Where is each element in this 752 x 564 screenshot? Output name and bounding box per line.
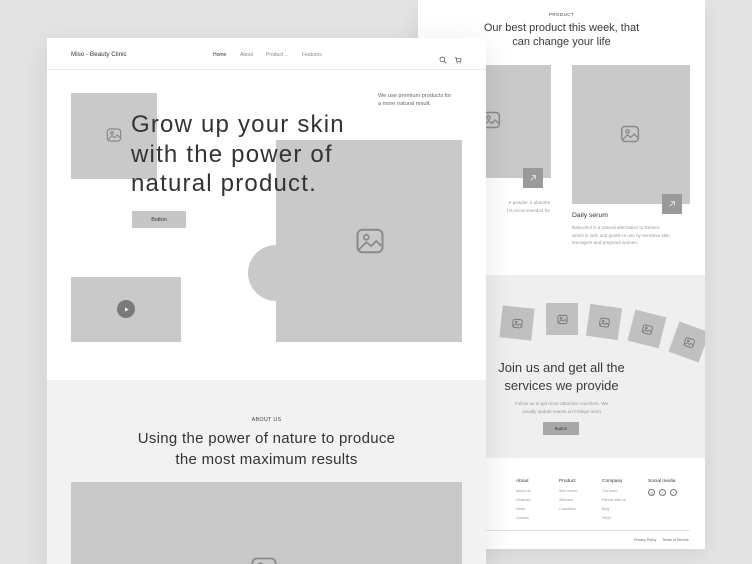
footer-link[interactable]: Our team [602,489,617,493]
footer-link[interactable]: Skincare [559,498,573,502]
image-icon [641,323,653,335]
nav-product[interactable]: Product ⌄ [266,52,288,58]
desc-line: Follow us to get more attractive voucher… [514,401,609,406]
title-line: the most maximum results [175,451,358,468]
title-line: Grow up your skin [131,111,345,138]
desc-line: usually update events on Fridays morn [522,408,601,414]
hero-title: Grow up your skin with the power of natu… [131,110,345,199]
open-product-2-button[interactable] [662,194,682,214]
image-icon [619,123,641,145]
header-divider [47,69,486,70]
footer-link[interactable]: Skin serum [559,489,577,493]
footer-link[interactable]: About Us [516,489,531,493]
hero-video-thumbnail[interactable] [71,277,181,342]
image-icon [354,225,386,257]
footer-social-title: Social media [648,479,676,484]
note-line: a more natural result. [378,100,431,107]
product-desc-2: Bakuchiol is a natural alternative to Re… [572,224,697,247]
image-icon [683,336,695,348]
open-product-1-button[interactable] [523,168,543,188]
title-line: Using the power of nature to produce [137,430,396,447]
brand-logo-text[interactable]: Miso - Beauty Clinic [71,51,127,58]
about-title: Using the power of nature to produce the… [47,428,486,470]
image-icon [556,314,568,324]
title-line: natural product. [131,170,317,197]
title-line: with the power of [131,140,333,168]
chevron-down-icon: ⌄ [284,52,288,57]
desc-line: teenagers and pregnant women. [572,240,639,245]
footer-link[interactable]: Careers [516,516,529,520]
image-icon [598,317,610,327]
product-image-2[interactable] [572,65,690,204]
about-section: ABOUT US Using the power of nature to pr… [47,380,486,564]
nav-features[interactable]: Features [302,52,322,58]
cart-icon[interactable] [454,51,462,69]
terms-of-service-link[interactable]: Terms of Service [662,538,689,542]
footer-divider [478,530,690,531]
twitter-icon[interactable]: ✓ [659,489,666,496]
about-eyebrow: ABOUT US [251,417,282,423]
footer-link[interactable]: FAQs [602,516,611,520]
desc-line: Bakuchiol is a natural alternative to Re… [572,225,661,230]
gallery-thumbnail [499,305,535,341]
search-icon[interactable] [439,51,447,69]
footer-product-title: Product [559,479,576,484]
hero-button[interactable]: Button [132,211,186,228]
decorative-circle [248,245,304,301]
product-name-2: Daily serum [572,212,608,219]
product-eyebrow: PRODUCT [548,12,575,17]
privacy-policy-link[interactable]: Privacy Policy [634,538,656,542]
nav-home[interactable]: Home [213,52,226,58]
footer-link[interactable]: Partner with us [602,498,626,502]
footer-link[interactable]: News [516,507,525,511]
front-page-preview: Miso - Beauty Clinic Home About Product … [47,38,486,564]
arrow-up-right-icon [530,175,536,181]
footer-link[interactable]: Features [516,498,530,502]
gallery-thumbnail [585,303,623,341]
play-icon[interactable] [117,300,135,318]
join-button[interactable]: Button [543,422,579,435]
footer-about-title: About [516,479,529,484]
gallery-thumbnail [627,309,667,349]
desc-line: which is safe and gentle to use by sensi… [572,232,671,238]
image-icon [105,126,123,144]
footer-link[interactable]: Cosmetics [559,507,576,511]
join-description: Follow us to get more attractive voucher… [496,400,627,415]
note-line: We use premium products for [378,93,452,99]
footer-link[interactable]: Blog [602,507,609,511]
about-image [71,482,462,564]
nav-about[interactable]: About [240,52,253,58]
footer-company-title: Company [602,479,623,484]
instagram-icon[interactable]: ◎ [648,489,655,496]
facebook-icon[interactable]: f [670,489,677,496]
image-icon [511,318,523,328]
nav-product-label: Product [266,52,284,58]
gallery-thumbnail [546,303,578,335]
hero-note: We use premium products for a more natur… [378,93,468,108]
title-line: Our best product this week, that [483,22,640,34]
gallery-thumbnail [668,321,705,363]
arrow-up-right-icon [669,201,675,207]
image-icon [249,554,279,564]
